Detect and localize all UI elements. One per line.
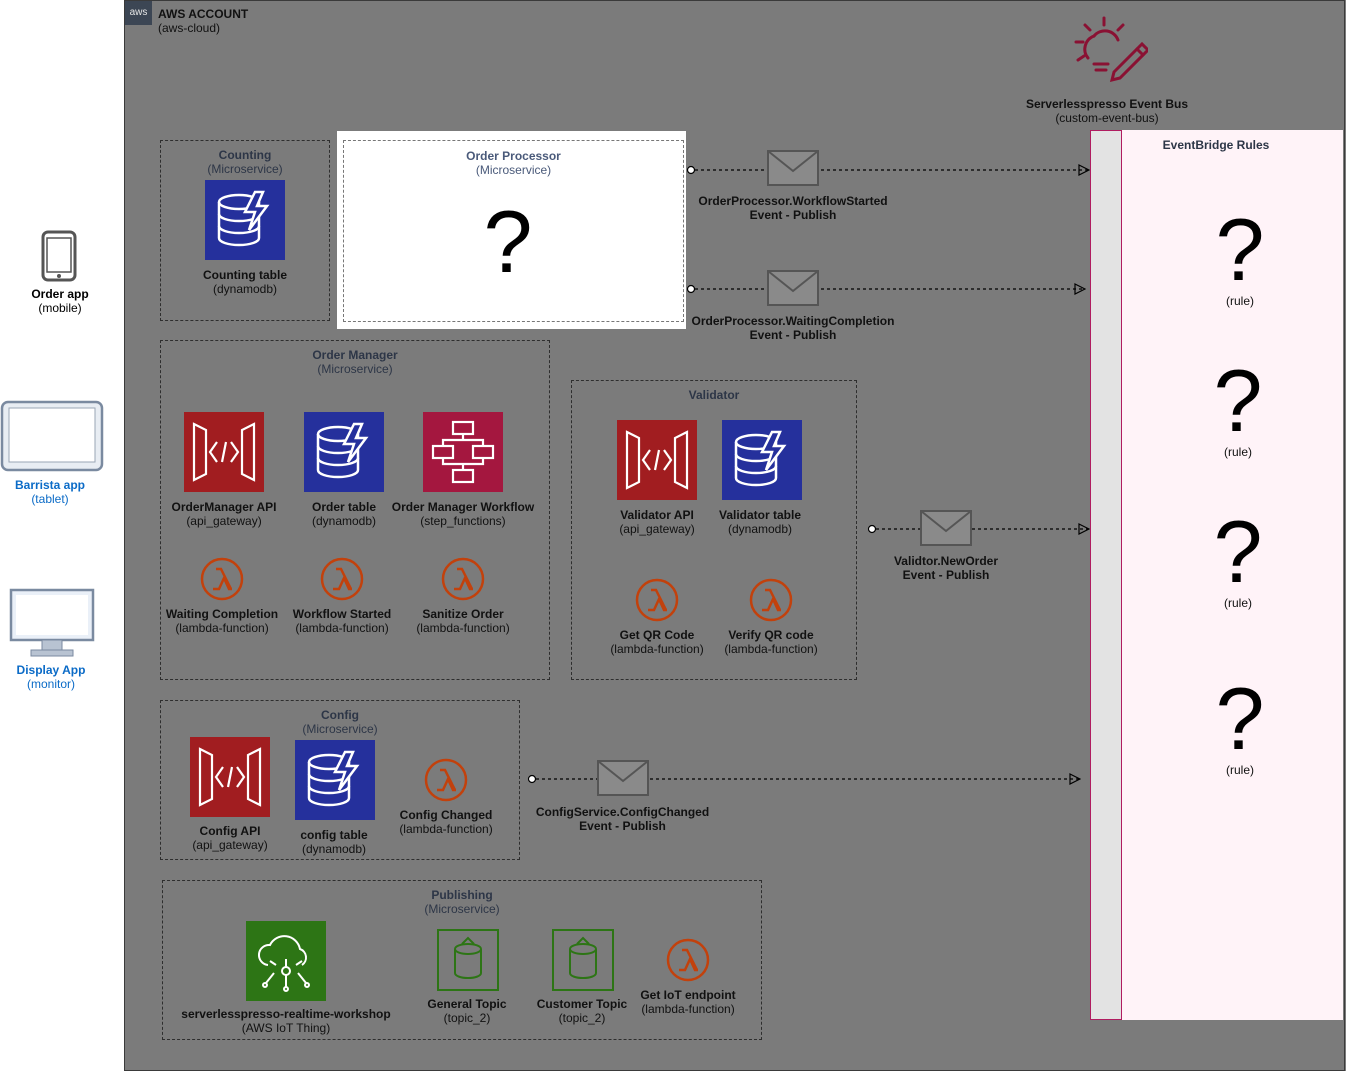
event-label-workflow-started: OrderProcessor.WorkflowStarted Event - P… [668,194,918,222]
event-action: Event - Publish [579,819,666,833]
event-name: Validtor.NewOrder [893,554,999,568]
event-label-config-changed: ConfigService.ConfigChanged Event - Publ… [510,805,735,833]
event-label-waiting-completion: OrderProcessor.WaitingCompletion Event -… [668,314,918,342]
event-name: ConfigService.ConfigChanged [535,805,710,819]
event-label-new-order: Validtor.NewOrder Event - Publish [856,554,1036,582]
event-arrows [527,150,1347,796]
event-action: Event - Publish [749,208,837,222]
event-name: OrderProcessor.WorkflowStarted [698,194,888,208]
envelope-icons [597,150,972,796]
event-action: Event - Publish [902,568,990,582]
event-action: Event - Publish [749,328,837,342]
event-name: OrderProcessor.WaitingCompletion [691,314,895,328]
